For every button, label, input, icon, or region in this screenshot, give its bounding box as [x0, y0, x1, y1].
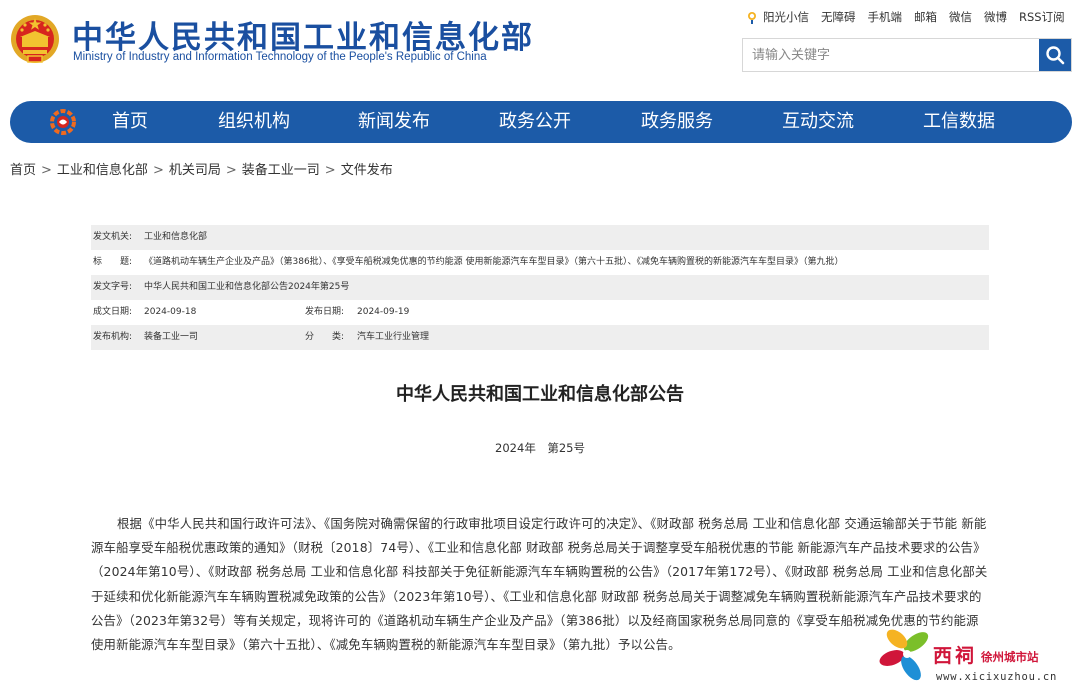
search-button[interactable]	[1039, 39, 1071, 71]
nav-item-news[interactable]: 新闻发布	[358, 101, 430, 143]
meta-org-label: 发布机构:	[93, 332, 133, 342]
breadcrumb-home[interactable]: 首页	[10, 163, 36, 178]
nav-item-government-affairs-open[interactable]: 政务公开	[499, 101, 571, 143]
meta-doc-number-value: 中华人民共和国工业和信息化部公告2024年第25号	[144, 282, 350, 292]
search-box	[742, 38, 1072, 72]
nav-item-data[interactable]: 工信数据	[923, 101, 995, 143]
breadcrumb-departments[interactable]: 机关司局	[169, 163, 221, 178]
watermark-url: www.xicixuzhou.cn	[936, 671, 1058, 683]
meta-row-doc-number: 发文字号: 中华人民共和国工业和信息化部公告2024年第25号	[91, 275, 989, 300]
pinwheel-logo-icon	[879, 629, 929, 681]
nav-item-government-services[interactable]: 政务服务	[641, 101, 713, 143]
document-body: 根据《中华人民共和国行政许可法》、《国务院对确需保留的行政审批项目设定行政许可的…	[91, 516, 988, 653]
national-emblem-logo[interactable]	[10, 12, 60, 66]
meta-category-value: 汽车工业行业管理	[357, 332, 430, 342]
meta-issuer-value: 工业和信息化部	[144, 232, 208, 242]
meta-created-value: 2024-09-18	[144, 307, 197, 317]
top-link-mail[interactable]: 邮箱	[914, 9, 937, 25]
nav-item-organization[interactable]: 组织机构	[218, 101, 290, 143]
nav-item-home[interactable]: 首页	[112, 101, 148, 143]
document-title: 中华人民共和国工业和信息化部公告	[396, 384, 684, 405]
top-link-wechat[interactable]: 微信	[949, 9, 972, 25]
watermark: 西祠 徐州城市站 www.xicixuzhou.cn	[878, 624, 1078, 688]
meta-row-title: 标 题: 《道路机动车辆生产企业及产品》（第386批）、《享受车船税减免优惠的节…	[91, 250, 989, 275]
meta-row-issuer: 发文机关: 工业和信息化部	[91, 225, 989, 250]
sunshine-icon	[748, 12, 756, 24]
document-meta-table: 发文机关: 工业和信息化部 标 题: 《道路机动车辆生产企业及产品》（第386批…	[91, 225, 989, 350]
main-nav: 首页 组织机构 新闻发布 政务公开 政务服务 互动交流 工信数据	[10, 101, 1072, 143]
breadcrumb-miit[interactable]: 工业和信息化部	[57, 163, 148, 178]
search-icon	[1046, 46, 1065, 65]
miit-logo-icon[interactable]	[50, 109, 76, 135]
meta-doc-number-label: 发文字号:	[93, 282, 133, 292]
watermark-brand: 西祠	[933, 645, 978, 667]
meta-issuer-label: 发文机关:	[93, 232, 133, 242]
search-input[interactable]	[743, 39, 1039, 71]
watermark-city: 徐州城市站	[981, 650, 1039, 664]
meta-row-org: 发布机构: 装备工业一司 分 类: 汽车工业行业管理	[91, 325, 989, 350]
top-link-sunshine[interactable]: 阳光小信	[763, 9, 809, 25]
top-link-accessibility[interactable]: 无障碍	[821, 9, 856, 25]
top-link-weibo[interactable]: 微博	[984, 9, 1007, 25]
meta-category-label: 分 类:	[305, 332, 345, 342]
top-link-mobile[interactable]: 手机端	[868, 9, 903, 25]
breadcrumb-equipment-dept[interactable]: 装备工业一司	[242, 163, 320, 178]
meta-org-value: 装备工业一司	[144, 332, 199, 342]
breadcrumb: 首页 > 工业和信息化部 > 机关司局 > 装备工业一司 > 文件发布	[10, 163, 393, 178]
meta-published-value: 2024-09-19	[357, 307, 410, 317]
document-number: 2024年 第25号	[495, 441, 585, 455]
meta-title-value: 《道路机动车辆生产企业及产品》（第386批）、《享受车船税减免优惠的节约能源 使…	[144, 257, 844, 267]
breadcrumb-documents[interactable]: 文件发布	[341, 163, 393, 178]
site-subtitle: Ministry of Industry and Information Tec…	[73, 51, 487, 63]
top-links: 阳光小信 无障碍 手机端 邮箱 微信 微博 RSS订阅	[745, 9, 1065, 25]
meta-title-label: 标 题:	[93, 257, 133, 267]
meta-row-dates: 成文日期: 2024-09-18 发布日期: 2024-09-19	[91, 300, 989, 325]
meta-created-label: 成文日期:	[93, 307, 133, 317]
top-link-rss[interactable]: RSS订阅	[1019, 9, 1065, 25]
meta-published-label: 发布日期:	[305, 307, 345, 317]
nav-item-interaction[interactable]: 互动交流	[782, 101, 854, 143]
